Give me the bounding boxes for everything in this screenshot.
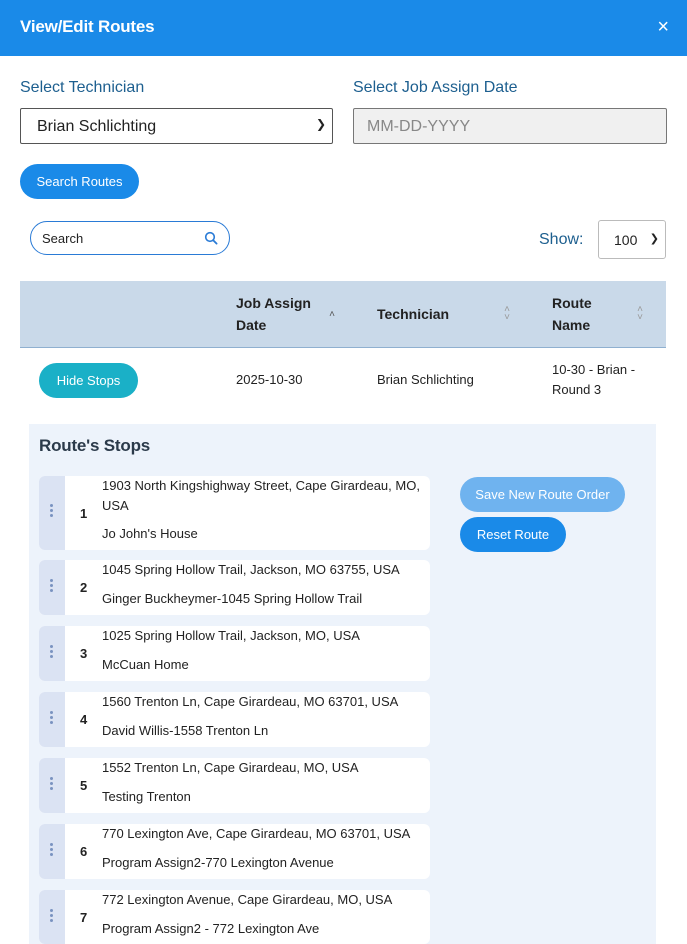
stop-name: Jo John's House — [102, 526, 198, 541]
search-icon — [204, 231, 218, 245]
date-label: Select Job Assign Date — [353, 79, 518, 96]
stop-item[interactable]: 1 1903 North Kingshighway Street, Cape G… — [39, 476, 430, 550]
modal-title: View/Edit Routes — [20, 17, 155, 36]
search-routes-button[interactable]: Search Routes — [20, 164, 139, 199]
stop-name: David Willis-1558 Trenton Ln — [102, 723, 269, 738]
stop-name: Program Assign2 - 772 Lexington Ave — [102, 921, 320, 936]
stop-address: 1903 North Kingshighway Street, Cape Gir… — [102, 478, 420, 513]
stop-number: 7 — [80, 910, 88, 925]
show-label: Show: — [539, 231, 584, 248]
column-header-route-name[interactable]: Route Name — [552, 292, 602, 336]
hide-stops-button[interactable]: Hide Stops — [39, 363, 138, 398]
drag-handle-icon[interactable] — [39, 758, 65, 813]
stop-item[interactable]: 4 1560 Trenton Ln, Cape Girardeau, MO 63… — [39, 692, 430, 747]
technician-label: Select Technician — [20, 79, 145, 96]
sort-icon[interactable]: ˄ ˅ — [635, 305, 645, 323]
stop-number: 5 — [80, 778, 88, 793]
technician-select[interactable]: Brian Schlichting ❯ — [20, 108, 333, 144]
sort-icon[interactable]: ˄ ˅ — [502, 305, 512, 323]
stop-address: 1552 Trenton Ln, Cape Girardeau, MO, USA — [102, 760, 359, 775]
stop-number: 6 — [80, 844, 88, 859]
drag-handle-icon[interactable] — [39, 476, 65, 550]
stop-address: 772 Lexington Avenue, Cape Girardeau, MO… — [102, 892, 393, 907]
stops-title: Route's Stops — [39, 436, 151, 455]
stop-address: 1025 Spring Hollow Trail, Jackson, MO, U… — [102, 628, 360, 643]
stop-number: 2 — [80, 580, 88, 595]
row-job-assign-date: 2025-10-30 — [236, 372, 303, 387]
close-icon[interactable]: × — [657, 16, 669, 38]
stop-address: 1045 Spring Hollow Trail, Jackson, MO 63… — [102, 562, 400, 577]
stop-item[interactable]: 2 1045 Spring Hollow Trail, Jackson, MO … — [39, 560, 430, 615]
page-size-value: 100 — [614, 232, 638, 248]
drag-handle-icon[interactable] — [39, 692, 65, 747]
stop-item[interactable]: 5 1552 Trenton Ln, Cape Girardeau, MO, U… — [39, 758, 430, 813]
sort-ascending-icon[interactable]: ˄ — [327, 310, 337, 320]
stop-item[interactable]: 7 772 Lexington Avenue, Cape Girardeau, … — [39, 890, 430, 944]
drag-handle-icon[interactable] — [39, 890, 65, 944]
page-size-select[interactable]: 100 ❯ — [598, 220, 666, 259]
route-stops-panel: Route's Stops 1 1903 North Kingshighway … — [29, 424, 656, 944]
save-route-order-button[interactable]: Save New Route Order — [460, 477, 625, 512]
reset-route-button[interactable]: Reset Route — [460, 517, 566, 552]
stop-name: Ginger Buckheymer-1045 Spring Hollow Tra… — [102, 591, 363, 606]
stop-item[interactable]: 3 1025 Spring Hollow Trail, Jackson, MO,… — [39, 626, 430, 681]
stop-name: Testing Trenton — [102, 789, 191, 804]
stop-number: 3 — [80, 646, 88, 661]
column-header-date[interactable]: Job Assign Date — [236, 292, 316, 336]
chevron-down-icon: ❯ — [315, 117, 326, 131]
row-technician: Brian Schlichting — [377, 372, 474, 387]
stop-address: 1560 Trenton Ln, Cape Girardeau, MO 6370… — [102, 694, 399, 709]
stop-item[interactable]: 6 770 Lexington Ave, Cape Girardeau, MO … — [39, 824, 430, 879]
drag-handle-icon[interactable] — [39, 626, 65, 681]
chevron-down-icon: ❯ — [649, 233, 659, 245]
drag-handle-icon[interactable] — [39, 560, 65, 615]
stop-number: 4 — [80, 712, 88, 727]
stop-name: Program Assign2-770 Lexington Avenue — [102, 855, 334, 870]
stop-number: 1 — [80, 506, 88, 521]
technician-select-value: Brian Schlichting — [37, 118, 157, 135]
job-assign-date-input[interactable]: MM-DD-YYYY — [353, 108, 667, 144]
date-placeholder: MM-DD-YYYY — [367, 118, 471, 135]
stop-name: McCuan Home — [102, 657, 189, 672]
modal-header: View/Edit Routes × — [0, 0, 687, 56]
drag-handle-icon[interactable] — [39, 824, 65, 879]
search-input[interactable]: Search — [30, 221, 230, 255]
search-placeholder: Search — [42, 231, 84, 246]
row-route-name: 10-30 - Brian - Round 3 — [552, 362, 636, 397]
column-header-technician[interactable]: Technician — [377, 303, 449, 325]
stop-address: 770 Lexington Ave, Cape Girardeau, MO 63… — [102, 826, 411, 841]
routes-table-header: Job Assign Date ˄ Technician ˄ ˅ Route Na… — [20, 281, 666, 348]
